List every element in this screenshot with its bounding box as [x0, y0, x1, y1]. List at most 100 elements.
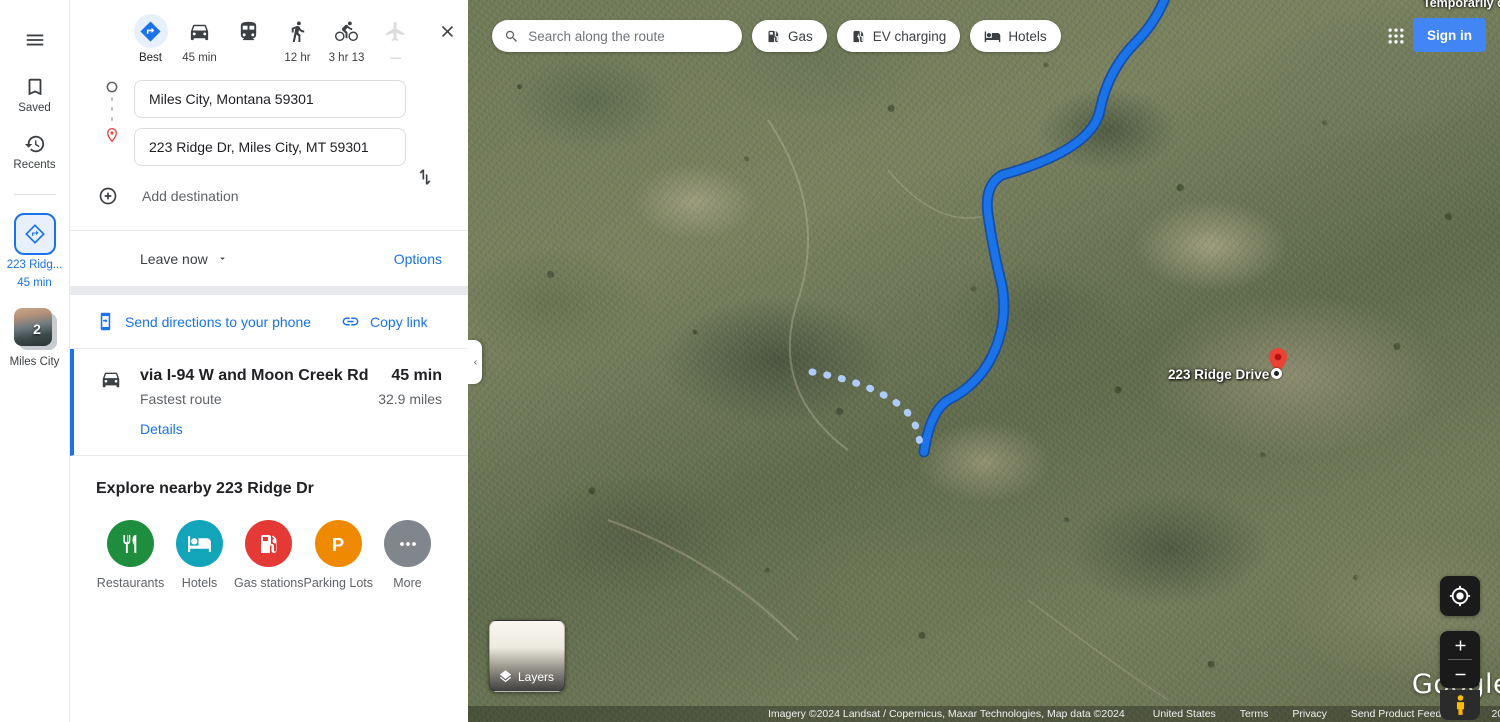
best-route-icon-box [133, 14, 168, 48]
google-apps-button[interactable] [1378, 18, 1414, 54]
origin-input[interactable] [149, 91, 391, 107]
temporarily-closed-label: Temporarily closed [1423, 0, 1500, 10]
attribution-link-terms[interactable]: Terms [1240, 708, 1269, 720]
travel-mode-best-label: Best [138, 52, 162, 64]
close-icon [441, 25, 453, 37]
origin-field[interactable] [134, 80, 406, 118]
sidebar-item-active-directions[interactable]: 223 Ridg... 45 min [2, 213, 68, 289]
apps-grid-icon [1388, 28, 1404, 44]
explore-item-parking-lots[interactable]: P Parking Lots [304, 520, 373, 590]
departure-options-row: Leave now Options [70, 231, 468, 287]
sign-in-button[interactable]: Sign in [1413, 18, 1486, 52]
swap-waypoints-button[interactable] [408, 160, 442, 194]
route-car-icon-box [100, 367, 140, 395]
directions-panel: Best 45 min 12 hr 3 hr 13 — Miles City, … [70, 0, 468, 722]
chip-hotels-label: Hotels [1008, 28, 1047, 44]
hotel-icon [985, 31, 1001, 42]
sidebar-active-label: 223 Ridg... [6, 259, 63, 272]
route-title: via I-94 W and Moon Creek Rd [140, 367, 369, 384]
route-card-body: via I-94 W and Moon Creek Rd 45 min Fast… [140, 367, 442, 437]
collapse-panel-button[interactable] [468, 340, 482, 384]
photo-count-badge: 2 [33, 321, 41, 338]
explore-item-gas-stations-label: Gas stations [234, 576, 304, 590]
link-icon [342, 317, 359, 326]
travel-mode-flight[interactable]: — [371, 10, 420, 64]
copy-link-button[interactable]: Copy link [341, 312, 428, 331]
sidebar-item-miles-city[interactable]: 2 Miles City [2, 307, 68, 369]
attribution-link-privacy[interactable]: Privacy [1292, 708, 1326, 720]
close-directions-button[interactable] [430, 14, 464, 48]
flight-icon [385, 21, 405, 41]
explore-item-restaurants[interactable]: Restaurants [96, 520, 165, 590]
main-menu-button[interactable] [15, 20, 55, 60]
directions-diamond-icon [24, 224, 45, 245]
explore-nearby-section: Explore nearby 223 Ridge Dr Restaurants [70, 456, 468, 590]
photo-stack-front: 2 [13, 307, 52, 346]
chip-ev-charging-label: EV charging [872, 28, 947, 44]
map-scale-label: 2000 ft [1491, 708, 1500, 720]
route-primary-line: via I-94 W and Moon Creek Rd 45 min [140, 367, 442, 385]
connector-dot-2 [111, 107, 113, 111]
sidebar-item-recents[interactable]: Recents [2, 133, 68, 172]
gas-stations-circle [245, 520, 293, 567]
search-along-route-container[interactable] [492, 20, 742, 52]
chip-ev-charging[interactable]: EV charging [836, 20, 961, 52]
waypoint-connector [98, 80, 126, 143]
hamburger-icon [26, 34, 43, 46]
share-actions-row: Send directions to your phone Copy link [70, 295, 468, 349]
swap-vertical-icon [419, 169, 431, 185]
travel-mode-cycling[interactable]: 3 hr 13 [322, 10, 371, 64]
sidebar-active-sublabel: 45 min [17, 276, 52, 289]
travel-mode-best[interactable]: Best [126, 10, 175, 64]
car-icon-box [183, 14, 217, 48]
bookmark-icon [28, 78, 41, 96]
explore-item-gas-stations[interactable]: Gas stations [234, 520, 304, 590]
map-canvas[interactable]: Temporarily closed 223 Ridge Drive Googl… [468, 0, 1500, 722]
my-location-button[interactable] [1440, 576, 1480, 616]
parking-lots-circle: P [314, 520, 362, 567]
attribution-link-country[interactable]: United States [1153, 708, 1216, 720]
bike-icon-box [330, 14, 364, 48]
bike-icon [335, 20, 358, 41]
route-secondary-line: Fastest route 32.9 miles [140, 391, 442, 407]
options-link[interactable]: Options [394, 251, 442, 267]
google-maps-directions-screen: Temporarily closed 223 Ridge Drive Googl… [0, 0, 1500, 722]
destination-field[interactable] [134, 128, 406, 166]
connector-dot-1 [111, 97, 113, 101]
map-scale: 2000 ft [1491, 708, 1500, 720]
route-distance: 32.9 miles [378, 391, 442, 407]
search-input[interactable] [528, 28, 730, 44]
restaurants-circle [107, 520, 154, 567]
route-option-card[interactable]: via I-94 W and Moon Creek Rd 45 min Fast… [70, 349, 468, 456]
destination-endpoint-dot[interactable] [1271, 368, 1282, 379]
zoom-out-button[interactable] [1440, 660, 1480, 688]
map-search-bar-group: Gas EV charging Hotels [492, 20, 1061, 52]
send-to-phone-button[interactable]: Send directions to your phone [96, 312, 311, 331]
zoom-in-button[interactable] [1440, 631, 1480, 659]
explore-item-more[interactable]: More [373, 520, 442, 590]
layers-button[interactable]: Layers [489, 620, 565, 692]
leave-now-dropdown[interactable]: Leave now [140, 251, 228, 267]
panel-header: Best 45 min 12 hr 3 hr 13 — Miles City, … [70, 0, 468, 231]
route-card-top: via I-94 W and Moon Creek Rd 45 min Fast… [100, 367, 442, 437]
chip-gas[interactable]: Gas [752, 20, 827, 52]
pegman-button[interactable] [1440, 690, 1480, 720]
travel-mode-walking[interactable]: 12 hr [273, 10, 322, 64]
plus-circle-icon [99, 187, 117, 205]
explore-item-hotels[interactable]: Hotels [165, 520, 234, 590]
copy-link-label: Copy link [370, 313, 428, 330]
travel-mode-driving[interactable]: 45 min [175, 10, 224, 64]
chip-gas-label: Gas [788, 28, 813, 44]
travel-mode-transit[interactable] [224, 10, 273, 52]
route-details-link[interactable]: Details [140, 421, 442, 437]
origin-circle-icon [106, 81, 118, 93]
explore-item-restaurants-label: Restaurants [96, 576, 165, 590]
explore-nearby-title: Explore nearby 223 Ridge Dr [96, 480, 314, 497]
more-icon [399, 541, 416, 546]
destination-input[interactable] [149, 139, 391, 155]
route-polyline-layer [607, 0, 1171, 701]
sidebar-item-recents-label: Recents [13, 159, 56, 172]
chip-hotels[interactable]: Hotels [970, 20, 1061, 52]
car-icon [190, 24, 209, 40]
sidebar-item-saved[interactable]: Saved [2, 76, 68, 115]
